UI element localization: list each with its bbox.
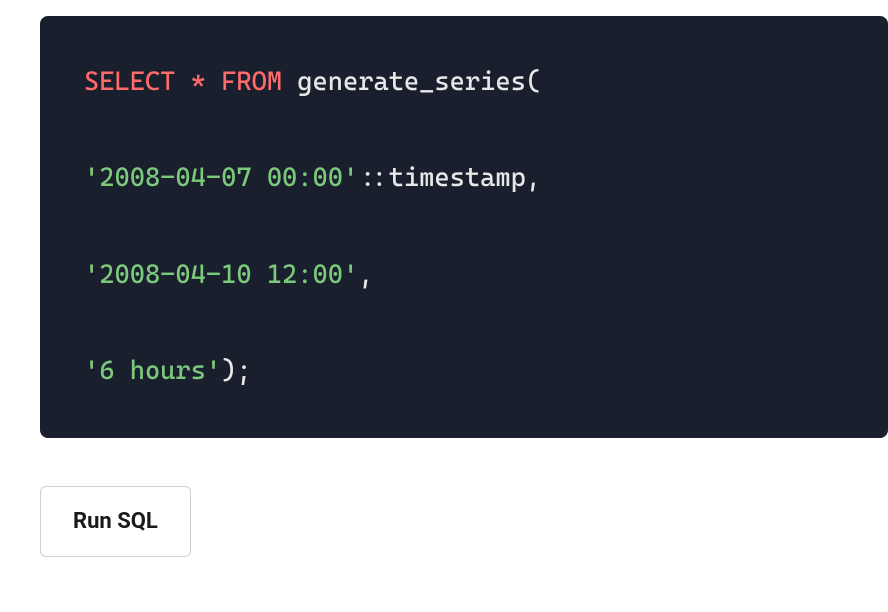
keyword-select: SELECT: [84, 67, 175, 97]
semicolon: ;: [236, 356, 251, 386]
string-literal-2: '2008-04-10 12:00': [84, 260, 358, 290]
cast-operator: ::: [358, 163, 388, 193]
open-paren: (: [526, 67, 541, 97]
comma-1: ,: [526, 163, 541, 193]
string-literal-1: '2008-04-07 00:00': [84, 163, 358, 193]
type-timestamp: timestamp: [389, 163, 526, 193]
function-name: generate_series: [297, 67, 526, 97]
comma-2: ,: [358, 260, 373, 290]
code-line-2: '2008-04-07 00:00'::timestamp,: [84, 160, 844, 196]
keyword-from: FROM: [221, 67, 282, 97]
string-literal-3: '6 hours': [84, 356, 221, 386]
code-line-3: '2008-04-10 12:00',: [84, 257, 844, 293]
code-line-1: SELECT * FROM generate_series(: [84, 64, 844, 100]
operator-star: *: [191, 67, 206, 97]
close-paren: ): [221, 356, 236, 386]
sql-code-block: SELECT * FROM generate_series( '2008-04-…: [40, 16, 888, 438]
run-sql-button[interactable]: Run SQL: [40, 486, 191, 557]
button-container: Run SQL: [40, 486, 888, 557]
code-line-4: '6 hours');: [84, 353, 844, 389]
